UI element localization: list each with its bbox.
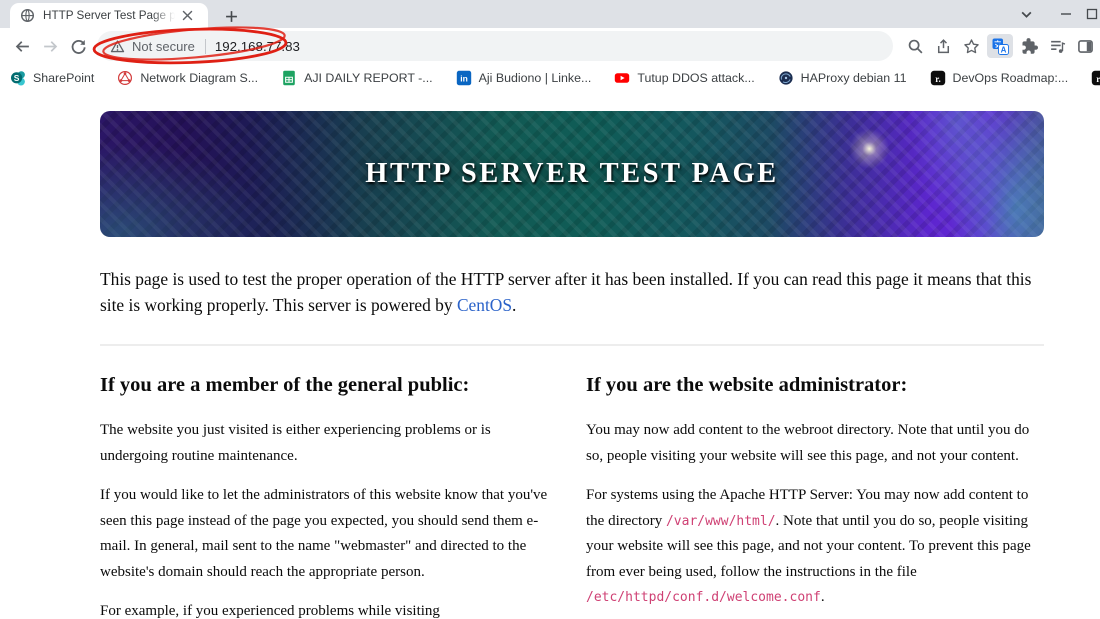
minimize-icon [1061,13,1071,15]
back-icon [15,40,29,52]
back-button[interactable] [8,32,36,60]
tab-strip: HTTP Server Test Page powered [0,0,1100,28]
reload-icon [71,39,86,54]
browser-window: HTTP Server Test Page powered [0,0,1100,619]
network-diagram-icon [118,70,133,86]
tab-search-button[interactable] [1006,0,1046,28]
bookmark-devops-roadmap[interactable]: r. DevOps Roadmap:... [930,70,1068,86]
security-label: Not secure [132,38,195,54]
url-text: 192.168.77.83 [214,38,300,54]
media-controls-button[interactable] [1043,32,1071,60]
svg-text:r.: r. [1096,74,1100,84]
star-icon [963,38,979,53]
bookmarks-bar: S SharePoint Network Diagram S... AJI DA… [0,64,1100,92]
maximize-icon [1086,8,1098,20]
bookmark-network-diagram[interactable]: Network Diagram S... [117,70,258,86]
forward-icon [43,40,57,52]
translate-icon: A [992,38,1009,55]
two-column-section: If you are a member of the general publi… [100,374,1044,619]
maximize-button[interactable] [1086,0,1100,28]
side-panel-button[interactable] [1071,32,1099,60]
bookmark-aji-daily-report[interactable]: AJI DAILY REPORT -... [281,70,433,86]
reload-button[interactable] [64,32,92,60]
bookmark-page-button[interactable] [957,32,985,60]
minimize-button[interactable] [1046,0,1086,28]
haproxy-icon [779,71,793,85]
bookmark-youtube-ddos[interactable]: Tutup DDOS attack... [614,70,755,86]
general-public-column: If you are a member of the general publi… [100,374,558,619]
bookmark-haproxy[interactable]: HAProxy debian 11 [778,70,907,86]
paragraph: For example, if you experienced problems… [100,603,440,619]
page-content: HTTP SERVER TEST PAGE This page is used … [0,92,1100,619]
roadmap-sh-icon: r. [930,70,945,86]
side-panel-icon [1077,39,1093,53]
bookmark-linkedin[interactable]: in Aji Budiono | Linke... [456,70,591,86]
intro-paragraph: This page is used to test the proper ope… [100,269,1032,315]
share-button[interactable] [929,32,957,60]
extensions-button[interactable] [1015,32,1043,60]
plus-icon [225,10,237,22]
globe-favicon [20,8,35,23]
chevron-down-icon [1021,11,1031,18]
code-path-webroot: /var/www/html/ [665,513,776,529]
paragraph: If you would like to let the administrat… [100,487,548,580]
administrator-heading: If you are the website administrator: [586,374,908,396]
general-public-heading: If you are a member of the general publi… [100,374,470,396]
administrator-column: If you are the website administrator: Yo… [586,374,1044,619]
close-icon [182,10,193,21]
svg-text:A: A [1000,45,1006,54]
search-icon [908,39,922,53]
banner-title: HTTP SERVER TEST PAGE [365,158,779,189]
window-controls [1006,0,1100,28]
paragraph: For systems using the Apache HTTP Server… [586,487,1031,605]
centos-link[interactable]: CentOS [457,295,512,315]
new-tab-button[interactable] [221,6,241,26]
paragraph: The website you just visited is either e… [100,422,491,464]
roadmap-sh-icon: r. [1092,70,1100,86]
tab-title: HTTP Server Test Page powered [43,9,175,22]
bookmark-docker-roadmap[interactable]: r. Docker Roadmap -... [1091,70,1100,86]
media-playlist-icon [1050,40,1065,53]
bookmark-sharepoint[interactable]: S SharePoint [10,70,94,86]
forward-button[interactable] [36,32,64,60]
youtube-icon [615,73,630,83]
section-divider [100,344,1044,346]
test-page-banner: HTTP SERVER TEST PAGE [100,111,1044,237]
tab-http-server-test-page[interactable]: HTTP Server Test Page powered [10,3,208,28]
side-search-button[interactable] [901,32,929,60]
paragraph: You may now add content to the webroot d… [586,422,1030,464]
puzzle-icon [1021,37,1038,54]
share-icon [937,38,949,53]
translate-button[interactable]: A [987,34,1013,58]
svg-text:S: S [14,73,20,83]
code-path-welcome-conf: /etc/httpd/conf.d/welcome.conf [586,590,821,605]
google-sheets-icon [283,70,295,86]
not-secure-warning-icon [110,39,125,52]
sharepoint-icon: S [11,71,25,86]
svg-text:r.: r. [935,74,940,84]
svg-text:in: in [460,74,468,84]
address-bar[interactable]: Not secure 192.168.77.83 [97,31,893,61]
close-tab-button[interactable] [179,7,196,24]
browser-toolbar: Not secure 192.168.77.83 A [0,28,1100,64]
omnibox-divider [204,38,206,54]
linkedin-icon: in [456,70,471,86]
toolbar-right-icons: A [901,32,1099,60]
